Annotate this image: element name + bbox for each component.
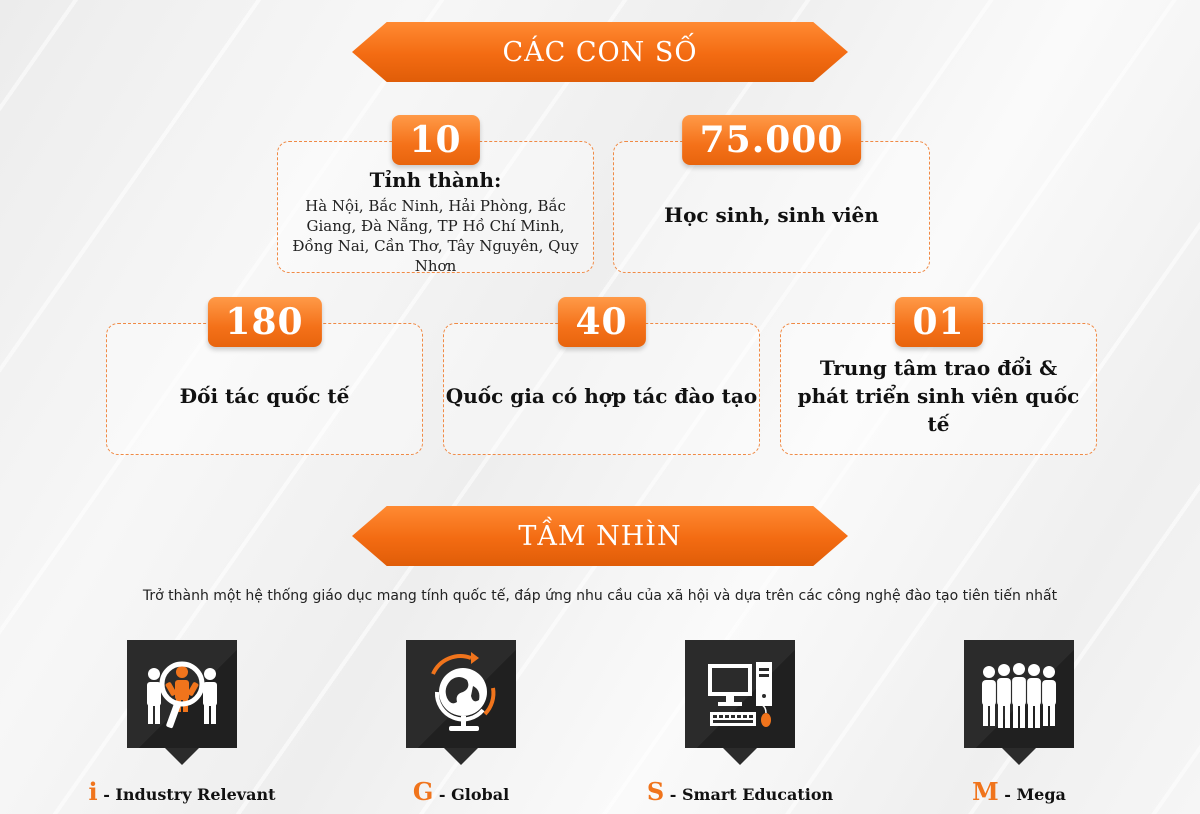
pillar-label: S - Smart Education [640, 777, 840, 806]
pillar-letter: i [88, 777, 98, 806]
pillar-icon-pin [685, 640, 795, 765]
vision-statement: Trở thành một hệ thống giáo dục mang tín… [142, 588, 1058, 604]
stat-card-center: 01 Trung tâm trao đổi & phát triển sinh … [780, 297, 1097, 455]
pillar-letter: S [646, 777, 665, 806]
pillar-icon-pin [406, 640, 516, 765]
pillar-industry-relevant: i - Industry Relevant [82, 640, 282, 806]
computer-icon [708, 662, 772, 727]
stat-detail: Hà Nội, Bắc Ninh, Hải Phòng, Bắc Giang, … [292, 197, 579, 275]
pillar-text: - Smart Education [664, 785, 834, 804]
stats-header-title: CÁC CON SỐ [502, 36, 698, 68]
pillar-text: - Mega [998, 785, 1066, 804]
vision-header-title: TẦM NHÌN [518, 520, 682, 552]
group-icon [982, 663, 1056, 728]
stat-number: 01 [894, 297, 983, 347]
people-search-icon [147, 661, 217, 729]
stat-card-students: 75.000 Học sinh, sinh viên [613, 115, 930, 273]
stat-card-partners: 180 Đối tác quốc tế [106, 297, 423, 455]
pillar-label: M - Mega [919, 777, 1119, 806]
stat-number: 10 [391, 115, 480, 165]
stat-number: 180 [207, 297, 322, 347]
stat-card-countries: 40 Quốc gia có hợp tác đào tạo [443, 297, 760, 455]
globe-icon [431, 652, 496, 731]
pillar-icon-pin [127, 640, 237, 765]
pillar-text: - Global [433, 785, 510, 804]
pillar-text: - Industry Relevant [97, 785, 276, 804]
stat-title: Trung tâm trao đổi & phát triển sinh viê… [797, 356, 1080, 436]
pillar-icon-pin [964, 640, 1074, 765]
stat-number: 40 [557, 297, 646, 347]
stat-title: Quốc gia có hợp tác đào tạo [445, 384, 758, 408]
stat-card-provinces: 10 Tỉnh thành: Hà Nội, Bắc Ninh, Hải Phò… [277, 115, 594, 275]
pillar-mega: M - Mega [919, 640, 1119, 806]
stat-title: Đối tác quốc tế [179, 384, 350, 408]
vision-header-ribbon: TẦM NHÌN [352, 506, 848, 566]
pillar-letter: M [972, 777, 999, 806]
stat-number: 75.000 [681, 115, 862, 165]
pillar-smart-education: S - Smart Education [640, 640, 840, 806]
pillar-label: i - Industry Relevant [82, 777, 282, 806]
pillar-letter: G [412, 777, 434, 806]
stats-header-ribbon: CÁC CON SỐ [352, 22, 848, 82]
stat-title: Tỉnh thành: [369, 168, 502, 192]
pillar-label: G - Global [361, 777, 561, 806]
pillar-global: G - Global [361, 640, 561, 806]
stat-title: Học sinh, sinh viên [664, 203, 879, 227]
